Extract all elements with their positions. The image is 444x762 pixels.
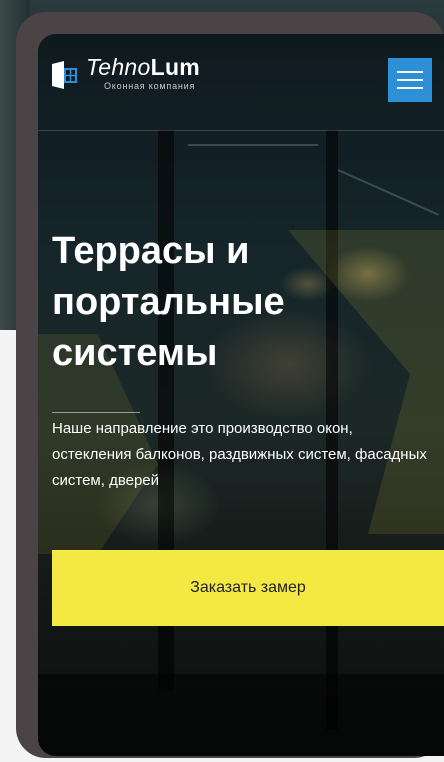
title-divider <box>52 412 140 413</box>
menu-button[interactable] <box>388 58 432 102</box>
phone-frame: TehnoLum Оконная компания Террасы и порт… <box>16 12 444 758</box>
logo-name: TehnoLum <box>86 54 200 80</box>
window-logo-icon <box>52 61 77 89</box>
hamburger-menu-icon <box>397 79 423 81</box>
site-header: TehnoLum Оконная компания <box>38 34 444 131</box>
hero-title: Террасы и портальные системы <box>52 230 285 374</box>
floor-shadow <box>38 674 444 756</box>
logo-name-part1: Tehno <box>86 54 151 80</box>
glass-reflection <box>188 144 318 146</box>
order-measurement-button[interactable]: Заказать замер <box>52 550 444 626</box>
hero-background-image <box>38 34 444 756</box>
logo[interactable]: TehnoLum Оконная компания <box>50 54 200 91</box>
hamburger-menu-icon <box>397 71 423 73</box>
logo-subtitle: Оконная компания <box>104 81 196 91</box>
hero-description: Наше направление это производство окон, … <box>52 420 427 489</box>
logo-name-part2: Lum <box>150 54 201 80</box>
hamburger-menu-icon <box>397 87 423 89</box>
phone-screen: TehnoLum Оконная компания Террасы и порт… <box>38 34 444 756</box>
